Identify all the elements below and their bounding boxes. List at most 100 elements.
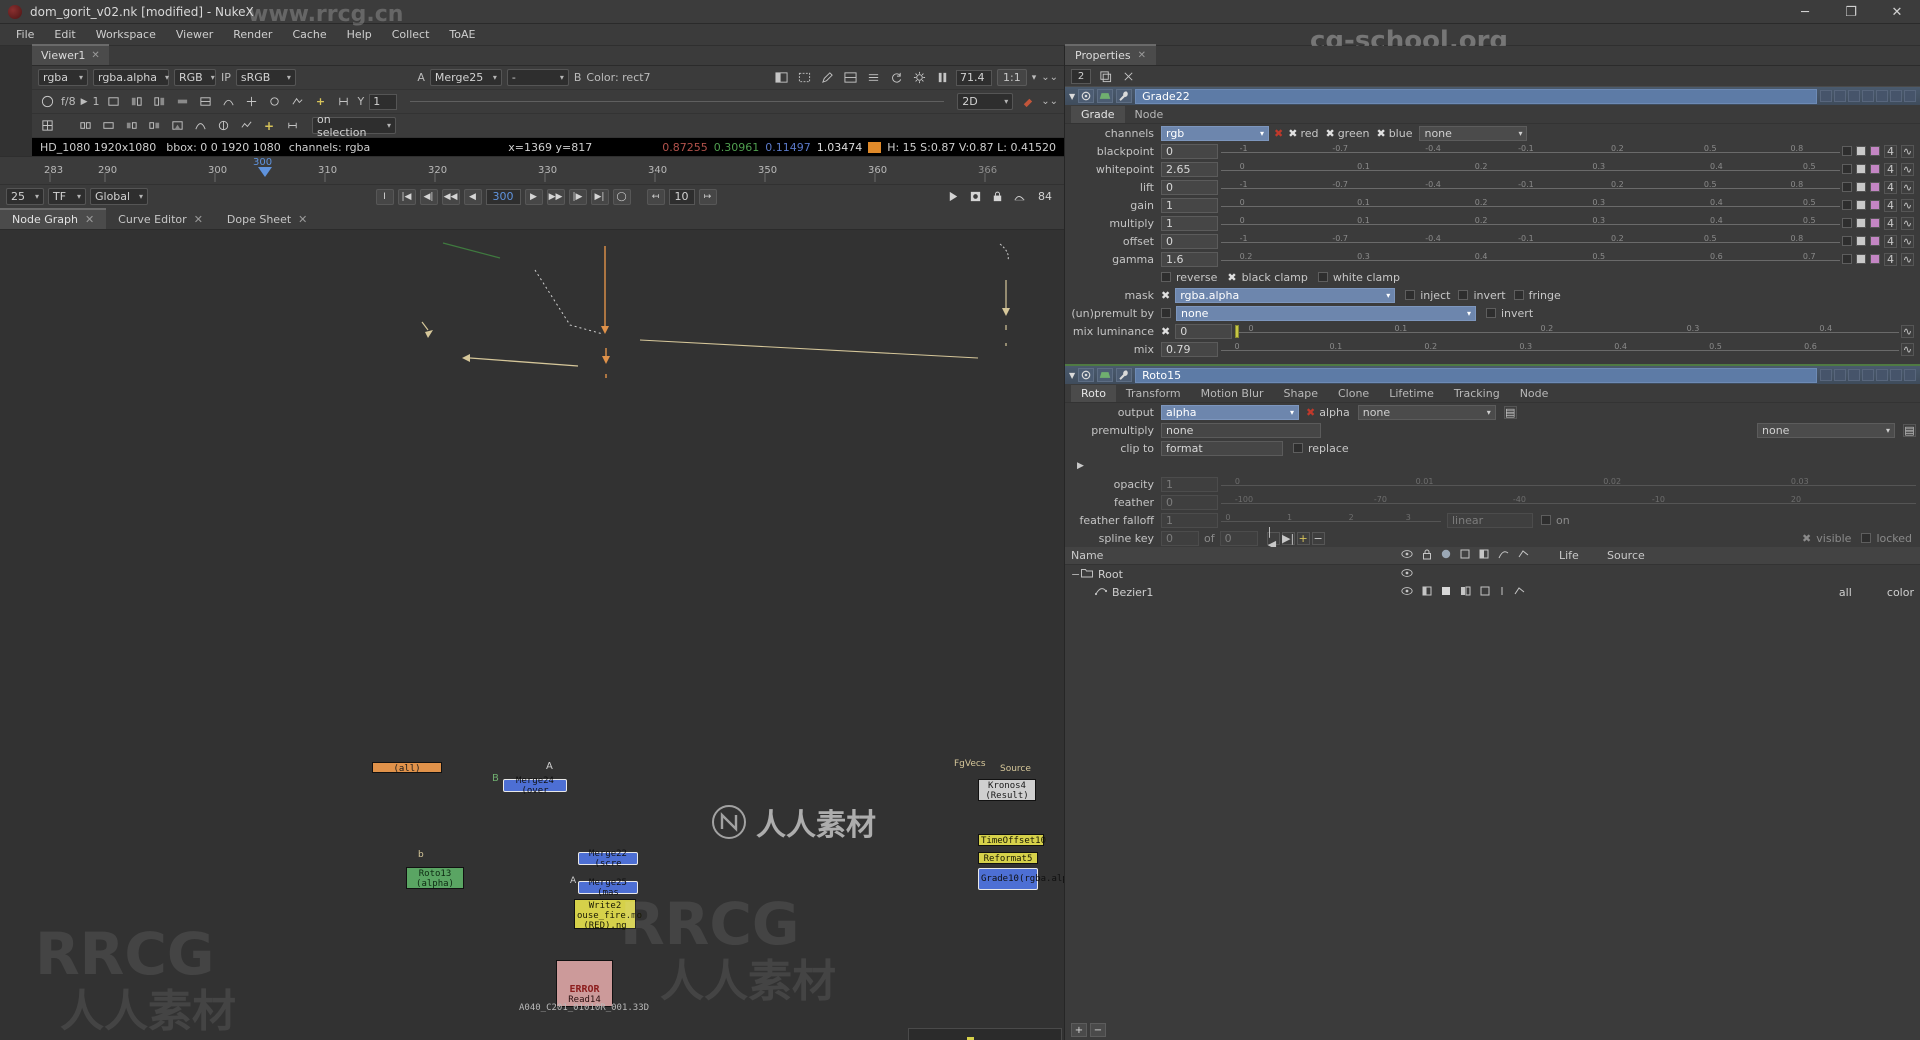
node-reformat5[interactable]: Reformat5	[978, 852, 1038, 864]
gamma-color-cbx[interactable]	[1842, 254, 1852, 264]
gain-swatch2[interactable]	[1870, 200, 1880, 210]
wrench-icon[interactable]	[1116, 89, 1133, 103]
roto-node-name[interactable]: Roto15	[1135, 367, 1817, 383]
undo-icon[interactable]	[1848, 369, 1860, 381]
offset-value[interactable]: 0	[1161, 233, 1218, 249]
tab-dope-sheet[interactable]: Dope Sheet ✕	[215, 210, 319, 229]
premultiply-value[interactable]: none	[1161, 422, 1321, 438]
b-icon[interactable]	[1834, 369, 1846, 381]
zoom-value[interactable]: 1:1	[997, 69, 1027, 86]
node-graph-canvas[interactable]: (all) Merge24 (over Merge22 (scre Merge2…	[0, 230, 1064, 1040]
play-range-icon[interactable]	[944, 188, 962, 206]
mix-luminance-curve-icon[interactable]: ∿	[1901, 324, 1914, 338]
spline-key-next-icon[interactable]: ▶|	[1281, 531, 1295, 545]
node-roto13[interactable]: Roto13 (alpha)	[406, 867, 464, 889]
layer-select[interactable]: rgba.alpha ▾	[93, 69, 169, 86]
mask-icon[interactable]	[841, 69, 859, 87]
lock-icon[interactable]	[988, 188, 1006, 206]
key-icon-1[interactable]	[105, 93, 123, 111]
close-icon[interactable]	[1904, 369, 1916, 381]
tr-icon-5[interactable]	[168, 117, 186, 135]
chevron-down-icon[interactable]: ▼	[1069, 92, 1075, 101]
gain-color-cbx[interactable]	[1842, 200, 1852, 210]
subtab-grade[interactable]: Grade	[1071, 106, 1125, 123]
row-invert-icon[interactable]	[1480, 586, 1490, 599]
revert-icon[interactable]	[1876, 369, 1888, 381]
offset-anim-icon[interactable]: 4	[1884, 234, 1897, 248]
fps-select[interactable]: 25 ▾	[6, 188, 44, 205]
chevron-down-icon[interactable]: ▼	[1069, 371, 1075, 380]
copy-props-icon[interactable]	[1096, 67, 1114, 85]
gamma-anim-icon[interactable]: 4	[1884, 252, 1897, 266]
gain-slider[interactable]: 0 0.1 0.2 0.3 0.4 0.5	[1221, 198, 1840, 213]
menu-render[interactable]: Render	[223, 25, 282, 44]
multiply-curve-icon[interactable]: ∿	[1901, 216, 1914, 230]
a-icon[interactable]	[1820, 90, 1832, 102]
aperture-icon[interactable]	[38, 93, 56, 111]
close-icon[interactable]	[1904, 90, 1916, 102]
lift-color-cbx[interactable]	[1842, 182, 1852, 192]
power-icon[interactable]	[1078, 368, 1095, 382]
output-anim-icon[interactable]: ▤	[1503, 405, 1517, 419]
chevron-down-icon[interactable]: ▾	[1032, 73, 1037, 83]
blackpoint-anim-icon[interactable]: 4	[1884, 144, 1897, 158]
offset-curve-icon[interactable]: ∿	[1901, 234, 1914, 248]
close-icon[interactable]: ✕	[91, 50, 99, 61]
next-keyframe-icon[interactable]: |▶	[568, 188, 587, 205]
undo-icon[interactable]	[1848, 90, 1860, 102]
subtab-motionblur[interactable]: Motion Blur	[1191, 385, 1274, 402]
blackpoint-slider[interactable]: -1 -0.7 -0.4 -0.1 0.2 0.5 0.8	[1221, 144, 1840, 159]
key-icon-10[interactable]: +	[312, 93, 330, 111]
key-icon-2[interactable]	[128, 93, 146, 111]
menu-cache[interactable]: Cache	[282, 25, 336, 44]
row-color-icon[interactable]	[1441, 586, 1451, 599]
loop-icon[interactable]: ◯	[612, 188, 631, 205]
eraser-icon[interactable]	[1018, 93, 1036, 111]
close-button[interactable]: ✕	[1874, 0, 1920, 24]
whitepoint-anim-icon[interactable]: 4	[1884, 162, 1897, 176]
step-back-icon[interactable]: ↤	[646, 188, 665, 205]
channels-clear-icon[interactable]: ✖	[1274, 127, 1283, 140]
redo-icon[interactable]	[1862, 369, 1874, 381]
prev-keyframe-icon[interactable]: ◀|	[419, 188, 438, 205]
tab-viewer1[interactable]: Viewer1 ✕	[32, 44, 109, 65]
lift-swatch2[interactable]	[1870, 182, 1880, 192]
blue-check-icon[interactable]: ✖	[1376, 127, 1385, 140]
grid-toggle-icon[interactable]	[38, 117, 56, 135]
fringe-checkbox[interactable]	[1513, 290, 1524, 300]
output-select[interactable]: alpha ▾	[1161, 404, 1299, 420]
close-icon[interactable]: ✕	[298, 213, 307, 226]
key-icon-8[interactable]	[266, 93, 284, 111]
offset-swatch[interactable]	[1856, 236, 1866, 246]
lift-slider[interactable]: -1 -0.7 -0.4 -0.1 0.2 0.5 0.8	[1221, 180, 1840, 195]
gamma-curve-icon[interactable]: ∿	[1901, 252, 1914, 266]
opacity-value[interactable]: 1	[1161, 476, 1218, 492]
grade-node-name[interactable]: Grade22	[1135, 88, 1817, 104]
wrench-icon[interactable]	[1116, 368, 1133, 382]
lock-icon[interactable]	[1422, 549, 1432, 563]
whitepoint-swatch[interactable]	[1856, 164, 1866, 174]
ab-mode-select[interactable]: - ▾	[506, 69, 569, 86]
display-select[interactable]: RGB ▾	[174, 69, 216, 86]
lift-curve-icon[interactable]: ∿	[1901, 180, 1914, 194]
blackpoint-curve-icon[interactable]: ∿	[1901, 144, 1914, 158]
gain-value[interactable]: 71.4	[956, 69, 993, 86]
y-value[interactable]: 1	[369, 93, 398, 110]
white-clamp-checkbox[interactable]	[1317, 272, 1328, 282]
mix-luminance-slider[interactable]: 0 0.1 0.2 0.3 0.4	[1235, 324, 1899, 339]
add-layer-button[interactable]: +	[1071, 1023, 1087, 1037]
premult-select[interactable]: none ▾	[1176, 305, 1476, 321]
last-frame-icon[interactable]: ▶|	[590, 188, 609, 205]
power-icon[interactable]	[1078, 89, 1095, 103]
increment-field[interactable]: 10	[668, 188, 695, 205]
tr-icon-2[interactable]	[99, 117, 117, 135]
key-icon-6[interactable]	[220, 93, 238, 111]
menu-help[interactable]: Help	[337, 25, 382, 44]
locked-checkbox[interactable]	[1861, 533, 1872, 543]
multiply-swatch[interactable]	[1856, 218, 1866, 228]
premultiply-right-select[interactable]: none ▾	[1757, 422, 1895, 438]
offset-swatch2[interactable]	[1870, 236, 1880, 246]
curve-icon[interactable]	[1010, 188, 1028, 206]
pause-icon[interactable]	[933, 69, 951, 87]
feather-falloff-value[interactable]: 1	[1161, 512, 1218, 528]
